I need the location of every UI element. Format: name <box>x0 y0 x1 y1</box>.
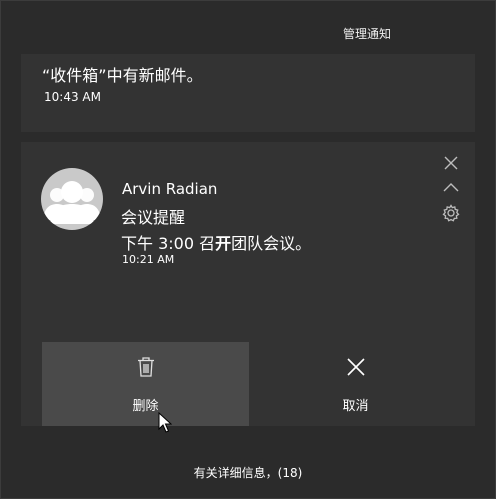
delete-label: 删除 <box>132 399 159 414</box>
gear-icon[interactable] <box>441 203 461 223</box>
person-icon <box>41 168 103 230</box>
trash-icon <box>136 356 156 382</box>
close-icon[interactable] <box>441 153 461 173</box>
cancel-label: 取消 <box>342 399 369 414</box>
cancel-button[interactable]: 取消 <box>256 342 455 426</box>
notification-card-mail[interactable]: “收件箱”中有新邮件。 10:43 AM <box>21 54 475 132</box>
notification-sender: Arvin Radian <box>122 180 218 198</box>
notification-card-meeting[interactable]: Arvin Radian 会议提醒 下午 3:00 召开团队会议。 10:21 … <box>21 142 475 426</box>
notification-body: 下午 3:00 召开团队会议。 <box>121 230 311 254</box>
body-text-bold: 开 <box>215 234 232 253</box>
action-center-panel: 管理通知 “收件箱”中有新邮件。 10:43 AM Arvin Radian 会… <box>0 0 496 499</box>
body-text-start: 下午 3:00 召 <box>121 234 216 253</box>
x-icon <box>345 356 367 382</box>
manage-notifications-link[interactable]: 管理通知 <box>343 25 391 42</box>
more-info-link[interactable]: 有关详细信息，(18) <box>1 464 495 481</box>
notification-time: 10:43 AM <box>44 90 101 104</box>
mouse-pointer-icon <box>158 411 173 438</box>
body-text-end: 团队会议。 <box>231 234 312 253</box>
notification-title: 会议提醒 <box>121 208 186 227</box>
chevron-up-icon[interactable] <box>441 178 461 198</box>
notification-message: “收件箱”中有新邮件。 <box>42 66 203 85</box>
notification-time: 10:21 AM <box>122 253 175 266</box>
delete-button[interactable]: 删除 <box>42 342 249 426</box>
